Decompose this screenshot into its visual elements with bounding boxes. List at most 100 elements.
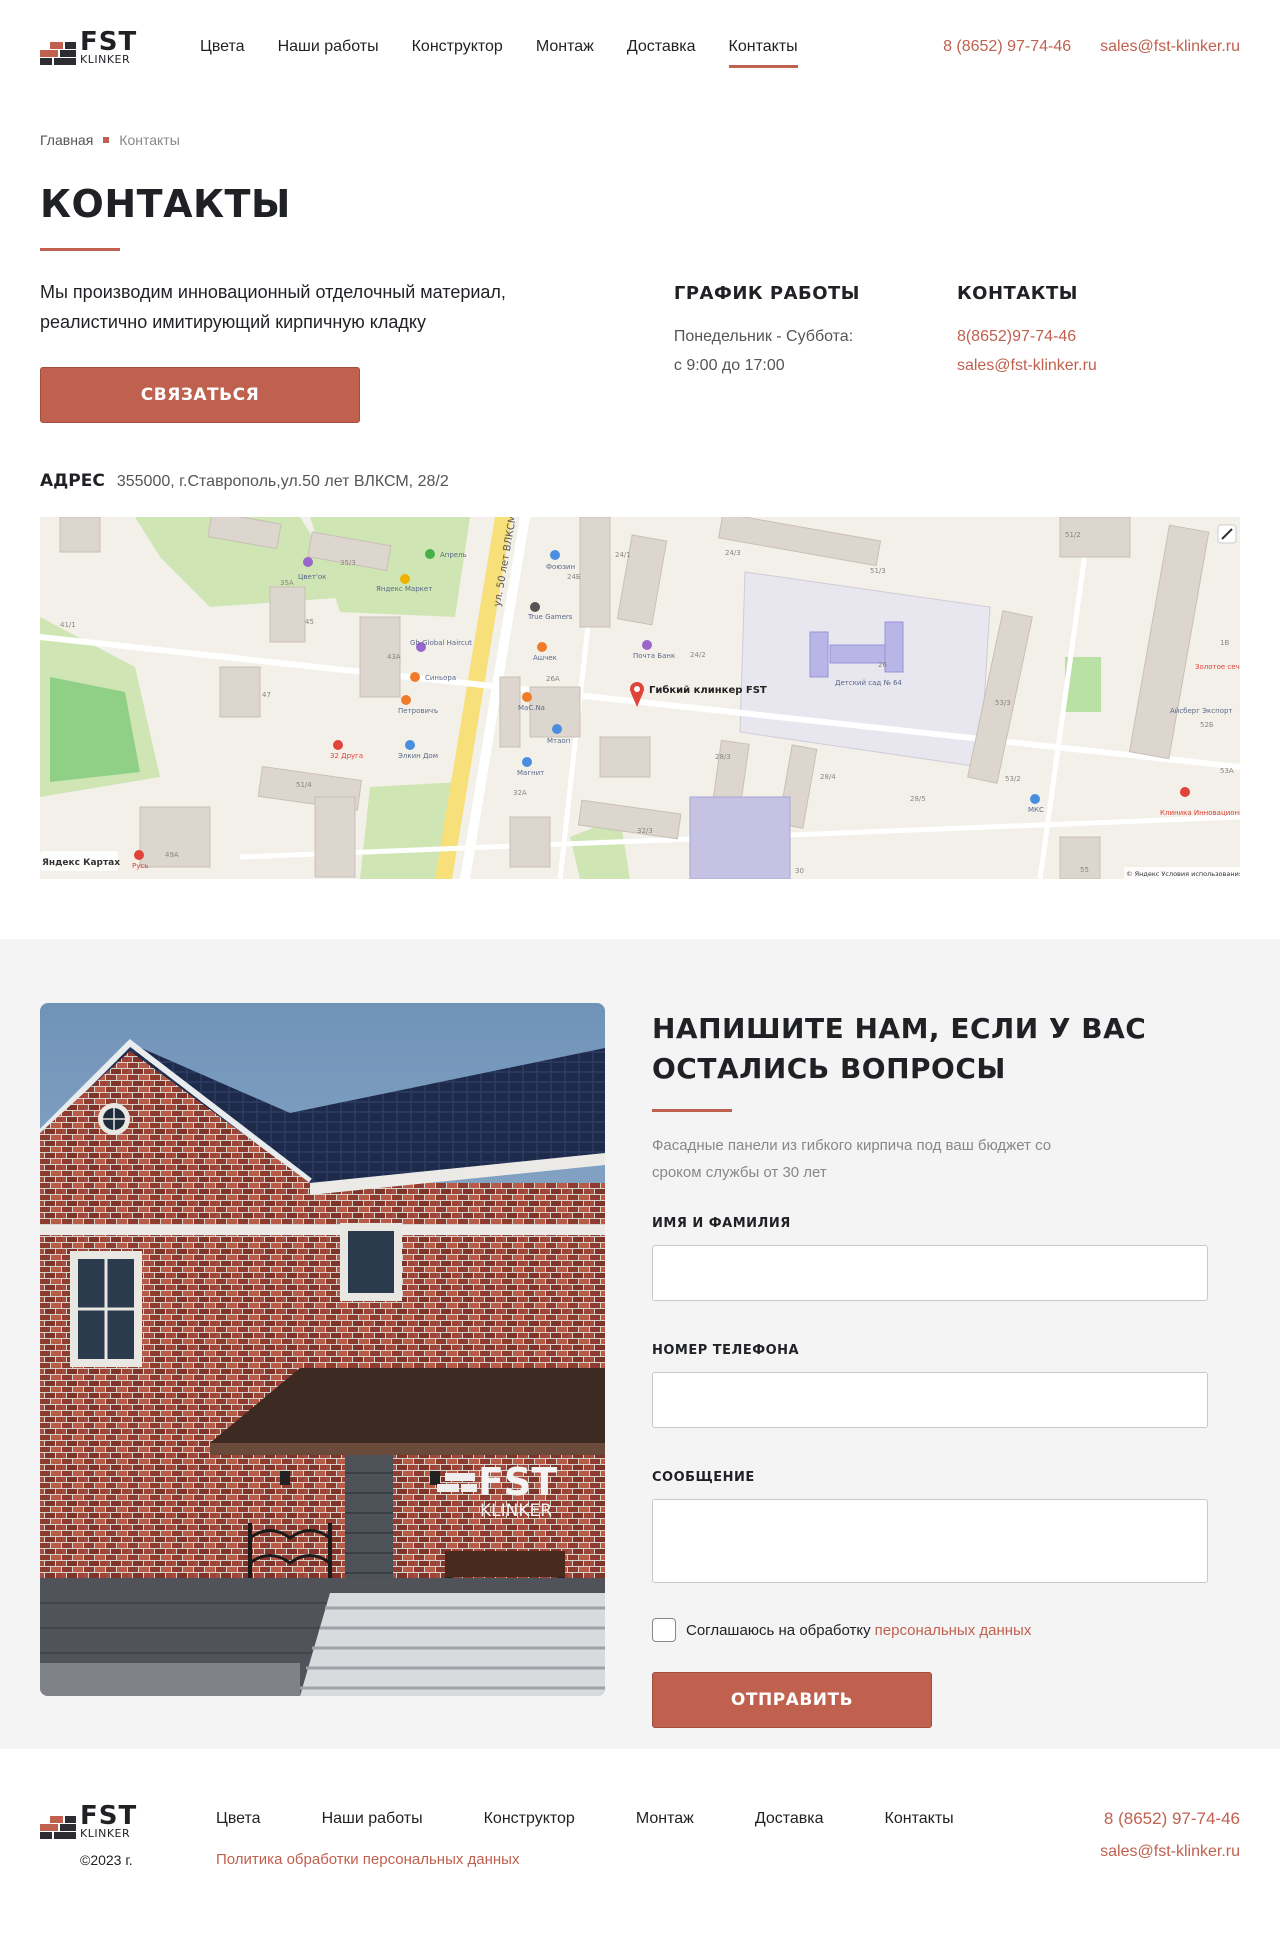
breadcrumb-home[interactable]: Главная (40, 132, 93, 148)
footer-privacy-policy-link[interactable]: Политика обработки персональных данных (216, 1851, 519, 1868)
svg-text:Петровичъ: Петровичъ (398, 707, 438, 715)
svg-text:49А: 49А (165, 851, 179, 859)
svg-text:Золотое сеч: Золотое сеч (1195, 663, 1240, 671)
svg-text:32/3: 32/3 (637, 827, 653, 835)
footer-nav-constructor[interactable]: Конструктор (484, 1810, 575, 1828)
svg-text:35/3: 35/3 (340, 559, 356, 567)
schedule-days: Понедельник - Суббота: (673, 328, 854, 345)
footer-phone-link[interactable]: 8 (8652) 97-74-46 (1100, 1809, 1240, 1829)
svg-text:26А: 26А (546, 675, 560, 683)
svg-text:Русь: Русь (132, 862, 148, 870)
svg-text:24/2: 24/2 (690, 651, 706, 659)
footer-logo[interactable]: FST KLINKER (40, 1803, 142, 1839)
schedule-title: ГРАФИК РАБОТЫ (673, 283, 860, 304)
logo-bricks-icon (40, 37, 76, 65)
footer-email-link[interactable]: sales@fst-klinker.ru (1100, 1843, 1240, 1861)
svg-text:43А: 43А (387, 653, 401, 661)
footer-nav: Цвета Наши работы Конструктор Монтаж Дос… (216, 1810, 954, 1828)
consent-personal-data-link[interactable]: персональных данных (875, 1622, 1032, 1639)
svg-text:KLINKER: KLINKER (480, 1501, 552, 1521)
breadcrumb-separator (103, 137, 110, 143)
contacts-block: КОНТАКТЫ 8(8652)97-74-46 sales@fst-klink… (957, 277, 1240, 423)
svg-text:Яндекс Маркет: Яндекс Маркет (376, 585, 432, 593)
svg-text:55: 55 (1080, 866, 1089, 874)
message-textarea[interactable] (652, 1499, 1208, 1583)
contacts-email-link[interactable]: sales@fst-klinker.ru (957, 351, 1240, 380)
svg-text:32А: 32А (513, 789, 527, 797)
schedule-block: ГРАФИК РАБОТЫ Понедельник - Суббота: с 9… (674, 277, 957, 423)
svg-text:Gh Global Haircut: Gh Global Haircut (410, 639, 472, 647)
contacts-phone-link[interactable]: 8(8652)97-74-46 (957, 322, 1240, 351)
svg-text:Синьора: Синьора (425, 674, 456, 682)
svg-text:35А: 35А (280, 579, 294, 587)
header-phone-link[interactable]: 8 (8652) 97-74-46 (943, 38, 1071, 56)
yandex-map[interactable]: ул. 50 лет ВЛКСМ Гибкий клинкер FST Фоюз… (40, 517, 1240, 879)
svg-text:24/1: 24/1 (615, 551, 631, 559)
svg-text:24/3: 24/3 (725, 549, 741, 557)
name-input[interactable] (652, 1245, 1208, 1301)
footer-nav-colors[interactable]: Цвета (216, 1810, 261, 1828)
svg-text:26: 26 (878, 661, 887, 669)
footer-nav-works[interactable]: Наши работы (322, 1810, 423, 1828)
header-email-link[interactable]: sales@fst-klinker.ru (1100, 38, 1240, 56)
svg-text:51/4: 51/4 (296, 781, 312, 789)
svg-text:Мтаоп: Мтаоп (547, 737, 570, 745)
svg-text:41/1: 41/1 (60, 621, 76, 629)
footer-copyright: ©2023 г. (80, 1852, 133, 1868)
svg-text:53/3: 53/3 (995, 699, 1011, 707)
nav-installation[interactable]: Монтаж (536, 32, 594, 62)
house-photo: FST KLINKER (40, 1003, 605, 1696)
map-marker-label: Гибкий клинкер FST (649, 684, 767, 696)
consent-checkbox[interactable] (652, 1618, 676, 1642)
breadcrumb: Главная Контакты (0, 94, 1280, 148)
svg-text:Айсберг Экспорт: Айсберг Экспорт (1170, 707, 1233, 715)
form-title: НАПИШИТЕ НАМ, ЕСЛИ У ВАС ОСТАЛИСЬ ВОПРОС… (652, 1012, 1147, 1085)
svg-text:Клиника Инновационных Технолог: Клиника Инновационных Технологий (1160, 809, 1240, 817)
logo-bricks-icon (40, 1811, 76, 1839)
site-logo[interactable]: FST KLINKER (40, 29, 142, 65)
main-nav: Цвета Наши работы Конструктор Монтаж Дос… (200, 32, 831, 68)
svg-text:МКС: МКС (1028, 806, 1044, 814)
svg-text:Апрель: Апрель (440, 551, 467, 559)
svg-text:FST: FST (478, 1460, 557, 1504)
intro-section: Мы производим инновационный отделочный м… (0, 251, 1280, 423)
feedback-section: FST KLINKER НАПИШИТЕ НАМ, ЕСЛИ У ВАС ОСТ… (0, 939, 1280, 1749)
page-title: КОНТАКТЫ (40, 182, 291, 226)
nav-colors[interactable]: Цвета (200, 32, 245, 62)
site-header: FST KLINKER Цвета Наши работы Конструкто… (0, 0, 1280, 94)
svg-text:53/2: 53/2 (1005, 775, 1021, 783)
submit-button[interactable]: ОТПРАВИТЬ (652, 1672, 932, 1728)
contacts-title: КОНТАКТЫ (956, 283, 1078, 304)
svg-text:28/3: 28/3 (715, 753, 731, 761)
logo-text-klinker: KLINKER (80, 53, 131, 66)
logo-text-fst: FST (80, 1801, 138, 1831)
svg-text:Цвет'ок: Цвет'ок (298, 573, 326, 581)
svg-text:24Б: 24Б (567, 573, 581, 581)
intro-text: Мы производим инновационный отделочный м… (40, 282, 506, 332)
svg-text:28/4: 28/4 (820, 773, 836, 781)
svg-text:1В: 1В (1220, 639, 1229, 647)
nav-constructor[interactable]: Конструктор (412, 32, 503, 62)
nav-contacts[interactable]: Контакты (728, 32, 798, 68)
svg-text:Ашчек: Ашчек (533, 654, 557, 662)
nav-works[interactable]: Наши работы (278, 32, 379, 62)
address-value: 355000, г.Ставрополь,ул.50 лет ВЛКСМ, 28… (116, 473, 449, 490)
phone-input[interactable] (652, 1372, 1208, 1428)
schedule-hours: с 9:00 до 17:00 (673, 357, 785, 374)
svg-text:True Gamers: True Gamers (527, 613, 573, 621)
contact-us-button[interactable]: СВЯЗАТЬСЯ (40, 367, 360, 423)
svg-text:30: 30 (795, 867, 804, 875)
svg-text:45: 45 (305, 618, 314, 626)
logo-text-fst: FST (80, 27, 138, 57)
footer-nav-delivery[interactable]: Доставка (755, 1810, 824, 1828)
message-label: СООБЩЕНИЕ (652, 1470, 755, 1485)
address-row: АДРЕС 355000, г.Ставрополь,ул.50 лет ВЛК… (0, 423, 1280, 491)
feedback-form: НАПИШИТЕ НАМ, ЕСЛИ У ВАС ОСТАЛИСЬ ВОПРОС… (652, 1003, 1208, 1728)
footer-nav-installation[interactable]: Монтаж (636, 1810, 694, 1828)
phone-label: НОМЕР ТЕЛЕФОНА (652, 1343, 800, 1358)
nav-delivery[interactable]: Доставка (627, 32, 696, 62)
breadcrumb-current: Контакты (119, 132, 180, 148)
consent-text: Соглашаюсь на обработку (686, 1621, 871, 1639)
svg-text:Магнит: Магнит (517, 769, 544, 777)
footer-nav-contacts[interactable]: Контакты (885, 1810, 954, 1828)
